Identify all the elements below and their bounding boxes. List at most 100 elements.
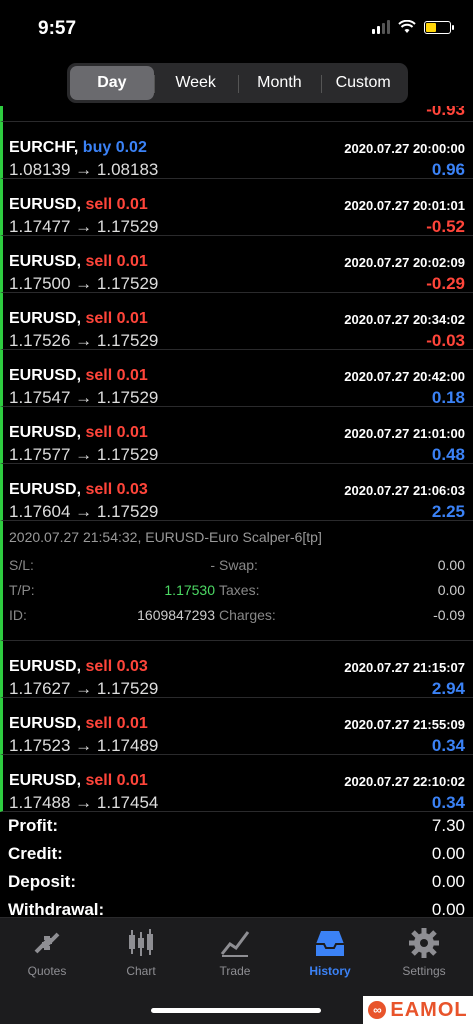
quotes-arrows-icon	[34, 932, 60, 954]
deal-profit: 2.94	[431, 679, 465, 698]
trade-chart-icon	[220, 931, 250, 957]
deal-profit: -0.52	[426, 217, 465, 236]
swap-value: 0.00	[437, 557, 465, 573]
deal-type: sell 0.03	[85, 481, 147, 498]
tab-label: History	[309, 964, 351, 978]
deal-row[interactable]: EURCHF, buy 0.02 2020.07.27 20:00:00 1.081…	[0, 122, 473, 179]
battery-icon	[424, 20, 454, 34]
deal-volume: 0.02	[115, 139, 147, 156]
watermark-text: EAMOL	[390, 998, 468, 1021]
deal-prices: 1.17488 → 1.17454	[9, 793, 159, 812]
deal-type: sell 0.03	[85, 658, 147, 675]
tab-label: Settings	[402, 964, 446, 978]
deal-type-label: sell	[85, 481, 113, 498]
tab-settings[interactable]: Settings	[377, 926, 471, 978]
deal-row[interactable]: EURUSD, sell 0.01 2020.07.27 20:01:01 1.17…	[0, 179, 473, 236]
swap-label: Swap:	[219, 557, 258, 573]
deal-type: sell 0.01	[85, 715, 147, 732]
sl-label: S/L:	[9, 557, 34, 573]
tab-history[interactable]: History	[283, 926, 377, 978]
deal-type: sell 0.01	[85, 253, 147, 270]
deal-volume: 0.01	[116, 715, 148, 732]
deal-row[interactable]: EURUSD, sell 0.03 2020.07.27 21:15:07 1.17…	[0, 641, 473, 698]
deal-row[interactable]: -0.93	[0, 106, 473, 122]
deal-symbol: EURUSD, sell 0.01	[9, 253, 148, 271]
deal-symbol: EURUSD, sell 0.01	[9, 715, 148, 733]
status-bar: 9:57	[0, 0, 473, 58]
deal-type-label: sell	[85, 367, 113, 384]
deal-row[interactable]: EURUSD, sell 0.03 2020.07.27 21:06:03 1.17…	[0, 464, 473, 521]
deal-type: sell 0.01	[85, 196, 147, 213]
detail-row-sl: S/L: - Swap: 0.00	[9, 557, 465, 577]
deal-volume: 0.01	[116, 310, 148, 327]
period-custom[interactable]: Custom	[321, 66, 405, 100]
deal-profit: 0.34	[431, 793, 465, 812]
deal-profit: -0.29	[426, 274, 465, 293]
tab-trade[interactable]: Trade	[188, 926, 282, 978]
deal-type-label: sell	[85, 196, 113, 213]
deal-row[interactable]: EURUSD, sell 0.01 2020.07.27 20:34:02 1.17…	[0, 293, 473, 350]
summary-profit: Profit: 7.30	[8, 812, 465, 840]
tab-quotes[interactable]: Quotes	[0, 926, 94, 978]
deal-type-label: sell	[85, 715, 113, 732]
deal-type: sell 0.01	[85, 424, 147, 441]
deal-symbol-name: EURUSD,	[9, 196, 82, 213]
detail-row-id: ID: 1609847293 Charges: -0.09	[9, 607, 465, 627]
deal-type-label: buy	[82, 139, 112, 156]
tab-label: Chart	[126, 964, 156, 978]
deal-volume: 0.01	[116, 253, 148, 270]
sl-value: -	[210, 557, 215, 573]
deal-volume: 0.01	[116, 196, 148, 213]
deal-profit: -0.93	[426, 106, 465, 119]
summary-label: Deposit:	[8, 872, 76, 891]
deal-prices: 1.17526 → 1.17529	[9, 331, 159, 350]
detail-row-tp: T/P: 1.17530 Taxes: 0.00	[9, 582, 465, 602]
deal-row[interactable]: EURUSD, sell 0.01 2020.07.27 20:42:00 1.17…	[0, 350, 473, 407]
history-list[interactable]: -0.93 EURCHF, buy 0.02 2020.07.27 20:00:0…	[0, 106, 473, 920]
deal-symbol-name: EURUSD,	[9, 424, 82, 441]
deal-profit: -0.03	[426, 331, 465, 350]
deal-type-label: sell	[85, 253, 113, 270]
deal-row[interactable]: EURUSD, sell 0.01 2020.07.27 21:55:09 1.17…	[0, 698, 473, 755]
taxes-label: Taxes:	[219, 582, 260, 598]
period-month[interactable]: Month	[237, 66, 322, 100]
summary-value: 7.30	[431, 816, 465, 835]
deal-type-label: sell	[85, 772, 113, 789]
deal-profit: 2.25	[431, 502, 465, 521]
deal-symbol-name: EURUSD,	[9, 367, 82, 384]
deal-symbol: EURCHF, buy 0.02	[9, 139, 147, 157]
period-week[interactable]: Week	[153, 66, 238, 100]
tab-label: Trade	[219, 964, 251, 978]
period-day[interactable]: Day	[70, 66, 154, 100]
tab-chart[interactable]: Chart	[94, 926, 188, 978]
deal-time: 2020.07.27 21:55:09	[344, 717, 465, 732]
deal-row[interactable]: EURUSD, sell 0.01 2020.07.27 22:10:02 1.17…	[0, 755, 473, 812]
deal-row[interactable]: EURUSD, sell 0.01 2020.07.27 21:01:00 1.17…	[0, 407, 473, 464]
deal-symbol: EURUSD, sell 0.03	[9, 658, 148, 676]
deal-time: 2020.07.27 20:34:02	[344, 312, 465, 327]
wifi-icon	[398, 20, 416, 33]
summary-credit: Credit: 0.00	[8, 840, 465, 868]
deal-time: 2020.07.27 20:02:09	[344, 255, 465, 270]
charges-label: Charges:	[219, 607, 276, 623]
deal-type-label: sell	[85, 658, 113, 675]
deal-volume: 0.01	[116, 424, 148, 441]
tp-value: 1.17530	[164, 582, 215, 598]
deal-profit: 0.48	[431, 445, 465, 464]
deal-symbol: EURUSD, sell 0.01	[9, 424, 148, 442]
deal-time: 2020.07.27 20:00:00	[344, 141, 465, 156]
candlestick-chart-icon	[129, 929, 153, 956]
deal-profit: 0.96	[431, 160, 465, 179]
deal-type: sell 0.01	[85, 367, 147, 384]
summary-value: 0.00	[431, 872, 465, 891]
deal-time: 2020.07.27 20:42:00	[344, 369, 465, 384]
deal-row[interactable]: EURUSD, sell 0.01 2020.07.27 20:02:09 1.17…	[0, 236, 473, 293]
deal-time: 2020.07.27 21:01:00	[344, 426, 465, 441]
home-indicator[interactable]	[151, 1008, 321, 1013]
period-segmented-control: Day Week Month Custom	[67, 63, 408, 103]
deal-symbol: EURUSD, sell 0.03	[9, 481, 148, 499]
charges-value: -0.09	[433, 607, 465, 623]
deal-type-label: sell	[85, 310, 113, 327]
deal-prices: 1.17477 → 1.17529	[9, 217, 159, 236]
tp-label: T/P:	[9, 582, 35, 598]
